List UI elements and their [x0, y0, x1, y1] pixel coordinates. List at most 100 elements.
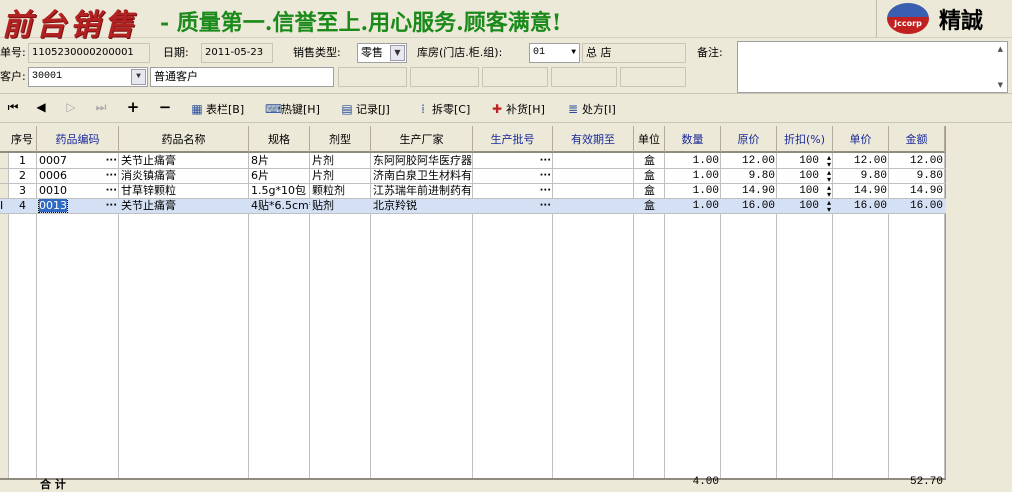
- cell-form[interactable]: 贴剂: [310, 199, 371, 214]
- cell-amount[interactable]: 16.00: [889, 199, 945, 214]
- cell-expiry[interactable]: [553, 199, 634, 214]
- split-button[interactable]: ⁞ 拆零[C]: [416, 101, 470, 117]
- chevron-down-icon[interactable]: ▼: [131, 69, 146, 85]
- cell-amount[interactable]: 12.00: [889, 154, 945, 169]
- column-header-price[interactable]: 原价: [721, 126, 777, 153]
- table-row[interactable]: I 4 0013 ··· 关节止痛膏 4贴*6.5cm* 贴剂 北京羚锐 ··· 盒 1.00 16.…: [0, 199, 946, 214]
- cell-price[interactable]: 16.00: [721, 199, 777, 214]
- customer-select[interactable]: 30001 ▼: [28, 67, 148, 87]
- column-header-qty[interactable]: 数量: [665, 126, 721, 153]
- cell-maker[interactable]: 江苏瑞年前进制药有: [371, 184, 473, 199]
- prescription-button[interactable]: ≣ 处方[I]: [566, 101, 616, 117]
- cell-name[interactable]: 关节止痛膏: [119, 154, 249, 169]
- column-header-unit[interactable]: 单位: [634, 126, 665, 153]
- column-header-name[interactable]: 药品名称: [119, 126, 249, 153]
- cell-spec[interactable]: 6片: [249, 169, 310, 184]
- cell-qty[interactable]: 1.00: [665, 169, 721, 184]
- column-header-spec[interactable]: 规格: [249, 126, 310, 153]
- column-header-amount[interactable]: 金额: [889, 126, 945, 153]
- scroll-down-icon[interactable]: ▼: [998, 81, 1003, 89]
- column-header-code[interactable]: 药品编码: [37, 126, 119, 153]
- cell-seq[interactable]: 1: [8, 154, 37, 169]
- cell-qty[interactable]: 1.00: [665, 184, 721, 199]
- cell-spec[interactable]: 4贴*6.5cm*: [249, 199, 310, 214]
- ellipsis-button-icon[interactable]: ···: [540, 154, 551, 168]
- spinner-icon[interactable]: ▴ ▾: [827, 155, 831, 170]
- ellipsis-button-icon[interactable]: ···: [540, 169, 551, 183]
- cell-spec[interactable]: 8片: [249, 154, 310, 169]
- table-row[interactable]: 3 0010 ··· 甘草锌颗粒 1.5g*10包 颗粒剂 江苏瑞年前进制药有 ··· 盒 1.0…: [0, 184, 946, 199]
- cell-batch[interactable]: ···: [473, 154, 553, 169]
- ellipsis-button-icon[interactable]: ···: [540, 184, 551, 198]
- cell-maker[interactable]: 济南白泉卫生材料有: [371, 169, 473, 184]
- column-header-seq[interactable]: 序号: [8, 126, 37, 153]
- cell-unit[interactable]: 盒: [634, 199, 665, 214]
- cell-expiry[interactable]: [553, 169, 634, 184]
- scroll-up-icon[interactable]: ▲: [998, 45, 1003, 53]
- next-record-button[interactable]: ▷: [64, 101, 78, 113]
- last-record-button[interactable]: ⏭: [94, 101, 108, 113]
- cell-name[interactable]: 关节止痛膏: [119, 199, 249, 214]
- date-field[interactable]: 2011-05-23: [201, 43, 273, 63]
- cell-maker[interactable]: 北京羚锐: [371, 199, 473, 214]
- column-header-expiry[interactable]: 有效期至: [553, 126, 634, 153]
- ellipsis-button-icon[interactable]: ···: [540, 199, 551, 213]
- cell-code[interactable]: 0007 ···: [37, 154, 119, 169]
- cell-form[interactable]: 片剂: [310, 154, 371, 169]
- table-row[interactable]: 2 0006 ··· 消炎镇痛膏 6片 片剂 济南白泉卫生材料有 ··· 盒 1.00 9.80 10…: [0, 169, 946, 184]
- cell-price[interactable]: 9.80: [721, 169, 777, 184]
- sale-type-select[interactable]: 零售 ▼: [357, 43, 407, 63]
- first-record-button[interactable]: ⏮: [6, 101, 20, 113]
- cell-form[interactable]: 颗粒剂: [310, 184, 371, 199]
- cell-qty[interactable]: 1.00: [665, 199, 721, 214]
- cell-batch[interactable]: ···: [473, 169, 553, 184]
- cell-discount[interactable]: 100 ▴ ▾: [777, 154, 833, 170]
- cell-qty[interactable]: 1.00: [665, 154, 721, 169]
- cell-price[interactable]: 12.00: [721, 154, 777, 169]
- column-header-maker[interactable]: 生产厂家: [371, 126, 473, 153]
- cell-expiry[interactable]: [553, 154, 634, 169]
- table-cols-button[interactable]: ▦ 表栏[B]: [190, 101, 244, 117]
- records-button[interactable]: ▤ 记录[J]: [340, 101, 390, 117]
- column-header-unit-price[interactable]: 单价: [833, 126, 889, 153]
- table-row[interactable]: 1 0007 ··· 关节止痛膏 8片 片剂 东阿阿胶阿华医疗器 ··· 盒 1.00 12.00 1…: [0, 154, 946, 169]
- delete-row-button[interactable]: −: [158, 100, 172, 115]
- cell-seq[interactable]: 4: [8, 199, 37, 214]
- cell-unit-price[interactable]: 14.90: [833, 184, 889, 199]
- cell-name[interactable]: 甘草锌颗粒: [119, 184, 249, 199]
- cell-maker[interactable]: 东阿阿胶阿华医疗器: [371, 154, 473, 169]
- cell-unit[interactable]: 盒: [634, 169, 665, 184]
- cell-expiry[interactable]: [553, 184, 634, 199]
- cell-unit[interactable]: 盒: [634, 154, 665, 169]
- cell-spec[interactable]: 1.5g*10包: [249, 184, 310, 199]
- spinner-icon[interactable]: ▴ ▾: [827, 185, 831, 200]
- note-textarea[interactable]: ▲ ▼: [737, 41, 1008, 93]
- spinner-icon[interactable]: ▴ ▾: [827, 170, 831, 185]
- add-row-button[interactable]: +: [126, 100, 140, 115]
- cell-discount[interactable]: 100 ▴ ▾: [777, 199, 833, 215]
- cell-code[interactable]: 0010 ···: [37, 184, 119, 199]
- cell-amount[interactable]: 9.80: [889, 169, 945, 184]
- ellipsis-button-icon[interactable]: ···: [106, 184, 117, 198]
- cell-unit-price[interactable]: 16.00: [833, 199, 889, 214]
- cell-unit-price[interactable]: 9.80: [833, 169, 889, 184]
- cell-code[interactable]: 0006 ···: [37, 169, 119, 184]
- ellipsis-button-icon[interactable]: ···: [106, 199, 117, 213]
- cell-form[interactable]: 片剂: [310, 169, 371, 184]
- ellipsis-button-icon[interactable]: ···: [106, 169, 117, 183]
- cell-unit-price[interactable]: 12.00: [833, 154, 889, 169]
- cell-unit[interactable]: 盒: [634, 184, 665, 199]
- cell-discount[interactable]: 100 ▴ ▾: [777, 184, 833, 200]
- column-header-discount[interactable]: 折扣(%): [777, 126, 833, 153]
- ellipsis-button-icon[interactable]: ···: [106, 154, 117, 168]
- cell-name[interactable]: 消炎镇痛膏: [119, 169, 249, 184]
- restock-button[interactable]: ✚ 补货[H]: [490, 101, 545, 117]
- spinner-icon[interactable]: ▴ ▾: [827, 200, 831, 215]
- cell-seq[interactable]: 3: [8, 184, 37, 199]
- chevron-down-icon[interactable]: ▼: [390, 45, 405, 61]
- prev-record-button[interactable]: ◀: [34, 101, 48, 113]
- cell-batch[interactable]: ···: [473, 184, 553, 199]
- cell-batch[interactable]: ···: [473, 199, 553, 214]
- warehouse-select[interactable]: 01 ▼: [529, 43, 580, 63]
- cell-seq[interactable]: 2: [8, 169, 37, 184]
